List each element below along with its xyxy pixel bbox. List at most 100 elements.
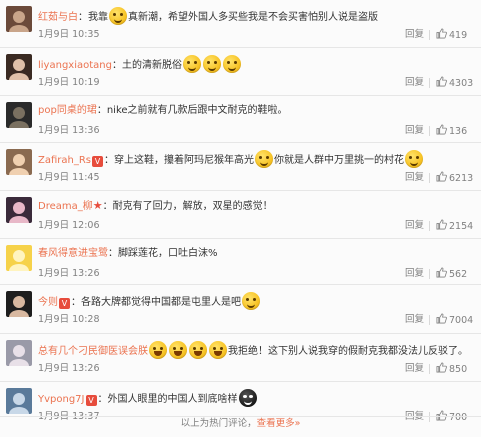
like-button[interactable]: 850 bbox=[436, 362, 467, 377]
thumbs-up-icon bbox=[436, 28, 447, 39]
footer: 以上为热门评论，查看更多» bbox=[0, 417, 481, 431]
colon: ： bbox=[104, 155, 115, 166]
smile-emoji-icon bbox=[182, 55, 201, 73]
comment-time: 1月9日 10:28 bbox=[38, 314, 100, 325]
comment-time: 1月9日 13:26 bbox=[38, 363, 100, 374]
comment-item: 总有几个刁民御医误会朕 我拒绝！这下别人说我穿的假耐克我都没法儿反驳了。 1月9日 … bbox=[0, 334, 481, 382]
verified-badge-icon: V bbox=[59, 298, 70, 309]
comment-time: 1月9日 13:36 bbox=[38, 125, 100, 136]
like-count: 6213 bbox=[449, 173, 474, 184]
comment-time: 1月9日 10:19 bbox=[38, 77, 100, 88]
username-link[interactable]: liyangxiaotang bbox=[38, 60, 112, 71]
reply-button[interactable]: 回复 bbox=[405, 268, 424, 280]
avatar[interactable] bbox=[6, 291, 32, 317]
view-more-link[interactable]: 查看更多» bbox=[257, 418, 301, 429]
divider bbox=[429, 315, 430, 325]
like-button[interactable]: 7004 bbox=[436, 313, 473, 328]
avatar[interactable] bbox=[6, 388, 32, 414]
avatar[interactable] bbox=[6, 340, 32, 366]
divider bbox=[429, 126, 430, 136]
username-link[interactable]: pop同桌的珺 bbox=[38, 105, 97, 116]
like-button[interactable]: 6213 bbox=[436, 171, 473, 186]
colon: ： bbox=[102, 201, 113, 212]
comment-content: 总有几个刁民御医误会朕 我拒绝！这下别人说我穿的假耐克我都没法儿反驳了。 bbox=[38, 341, 473, 360]
colon: ： bbox=[78, 12, 88, 23]
username-link[interactable]: Zafirah_Rs bbox=[38, 155, 91, 166]
thumbs-up-icon bbox=[436, 76, 447, 87]
comment-text: 穿上这鞋，攥着阿玛尼猴年高光 bbox=[114, 155, 255, 166]
comment-content: 今则 V ：各路大牌都觉得中国都是屯里人是吧 bbox=[38, 292, 473, 311]
username-link[interactable]: Dreama_柳 bbox=[38, 201, 93, 212]
thumbs-up-icon bbox=[436, 171, 447, 182]
smile-emoji-icon bbox=[222, 55, 241, 73]
comment-text: 耐克有了回力，解放，双星的感觉！ bbox=[112, 201, 273, 212]
username-link[interactable]: 今则 bbox=[38, 297, 58, 308]
like-count: 2154 bbox=[449, 221, 474, 232]
reply-button[interactable]: 回复 bbox=[405, 363, 424, 375]
sunglasses-emoji-icon bbox=[238, 389, 257, 407]
thumbs-up-icon bbox=[436, 219, 447, 230]
comment-content: Dreama_柳★：耐克有了回力，解放，双星的感觉！ bbox=[38, 198, 473, 215]
like-button[interactable]: 419 bbox=[436, 28, 467, 43]
comment-text: 脚踩莲花，口吐白沫% bbox=[118, 248, 218, 259]
comment-content: liyangxiaotang：土的清新脱俗 bbox=[38, 55, 473, 74]
laugh-emoji-icon bbox=[169, 341, 187, 359]
comment-item: pop同桌的珺：nike之前就有几款后跟中文耐克的鞋啦。 1月9日 13:36 回复… bbox=[0, 96, 481, 143]
comment-text: nike之前就有几款后跟中文耐克的鞋啦。 bbox=[106, 105, 288, 116]
like-count: 7004 bbox=[449, 315, 474, 326]
comment-content: 红茹与白：我靠 真新潮，希望外国人多买些我是不会买害怕别人说是盗版 bbox=[38, 7, 473, 26]
comment-text: 真新潮，希望外国人多买些我是不会买害怕别人说是盗版 bbox=[128, 12, 378, 23]
smile-emoji-icon bbox=[255, 150, 274, 168]
reply-button[interactable]: 回复 bbox=[405, 314, 424, 326]
thumbs-up-icon bbox=[436, 313, 447, 324]
comment-text: 各路大牌都觉得中国都是屯里人是吧 bbox=[81, 297, 241, 308]
reply-button[interactable]: 回复 bbox=[405, 125, 424, 137]
username-link[interactable]: 春风得意进宝鹭 bbox=[38, 248, 108, 259]
reply-button[interactable]: 回复 bbox=[405, 172, 424, 184]
like-button[interactable]: 136 bbox=[436, 124, 467, 139]
smile-emoji-icon bbox=[405, 150, 424, 168]
like-button[interactable]: 4303 bbox=[436, 76, 473, 91]
like-count: 136 bbox=[449, 126, 468, 137]
colon: ： bbox=[97, 394, 108, 405]
avatar[interactable] bbox=[6, 102, 32, 128]
verified-badge-icon: V bbox=[85, 395, 97, 406]
colon: ： bbox=[108, 248, 118, 259]
divider bbox=[429, 30, 430, 40]
divider bbox=[429, 173, 430, 183]
avatar[interactable] bbox=[6, 6, 32, 32]
like-count: 562 bbox=[449, 269, 468, 280]
like-button[interactable]: 562 bbox=[436, 267, 467, 282]
reply-button[interactable]: 回复 bbox=[405, 220, 424, 232]
thumbs-up-icon bbox=[436, 362, 447, 373]
divider bbox=[429, 269, 430, 279]
star-badge-icon: ★ bbox=[92, 199, 103, 212]
comment-content: 春风得意进宝鹭：脚踩莲花，口吐白沫% bbox=[38, 246, 473, 262]
reply-button[interactable]: 回复 bbox=[405, 77, 424, 89]
comment-text: 你就是人群中万里挑一的村花 bbox=[274, 155, 405, 166]
divider bbox=[429, 221, 430, 231]
comment-time: 1月9日 13:26 bbox=[38, 268, 100, 279]
like-button[interactable]: 2154 bbox=[436, 219, 473, 234]
colon: ： bbox=[96, 105, 107, 116]
username-link[interactable]: 红茹与白 bbox=[38, 12, 78, 23]
comment-item: Zafirah_Rs V ：穿上这鞋，攥着阿玛尼猴年高光 你就是人群中万里挑一的村花 1… bbox=[0, 143, 481, 191]
comment-text: 土的清新脱俗 bbox=[121, 60, 182, 71]
comment-item: 春风得意进宝鹭：脚踩莲花，口吐白沫% 1月9日 13:26 回复 562 bbox=[0, 239, 481, 285]
smile-emoji-icon bbox=[242, 292, 260, 310]
avatar[interactable] bbox=[6, 245, 32, 271]
username-link[interactable]: 总有几个刁民御医误会朕 bbox=[38, 346, 148, 357]
reply-button[interactable]: 回复 bbox=[405, 29, 424, 41]
comment-item: Yvpong7JV：外国人眼里的中国人到底啥样1月9日 13:37回复700 bbox=[0, 382, 481, 423]
avatar[interactable] bbox=[6, 197, 32, 223]
divider bbox=[429, 78, 430, 88]
comment-time: 1月9日 12:06 bbox=[38, 220, 100, 231]
comment-text: 我靠 bbox=[88, 12, 108, 23]
username-link[interactable]: Yvpong7J bbox=[38, 394, 85, 405]
smile-emoji-icon bbox=[109, 7, 127, 25]
footer-text: 以上为热门评论， bbox=[180, 418, 257, 429]
avatar[interactable] bbox=[6, 149, 32, 175]
avatar[interactable] bbox=[6, 54, 32, 80]
comment-item: liyangxiaotang：土的清新脱俗 1月9日 10:19 回复 4303 bbox=[0, 48, 481, 96]
like-count: 850 bbox=[449, 364, 468, 375]
